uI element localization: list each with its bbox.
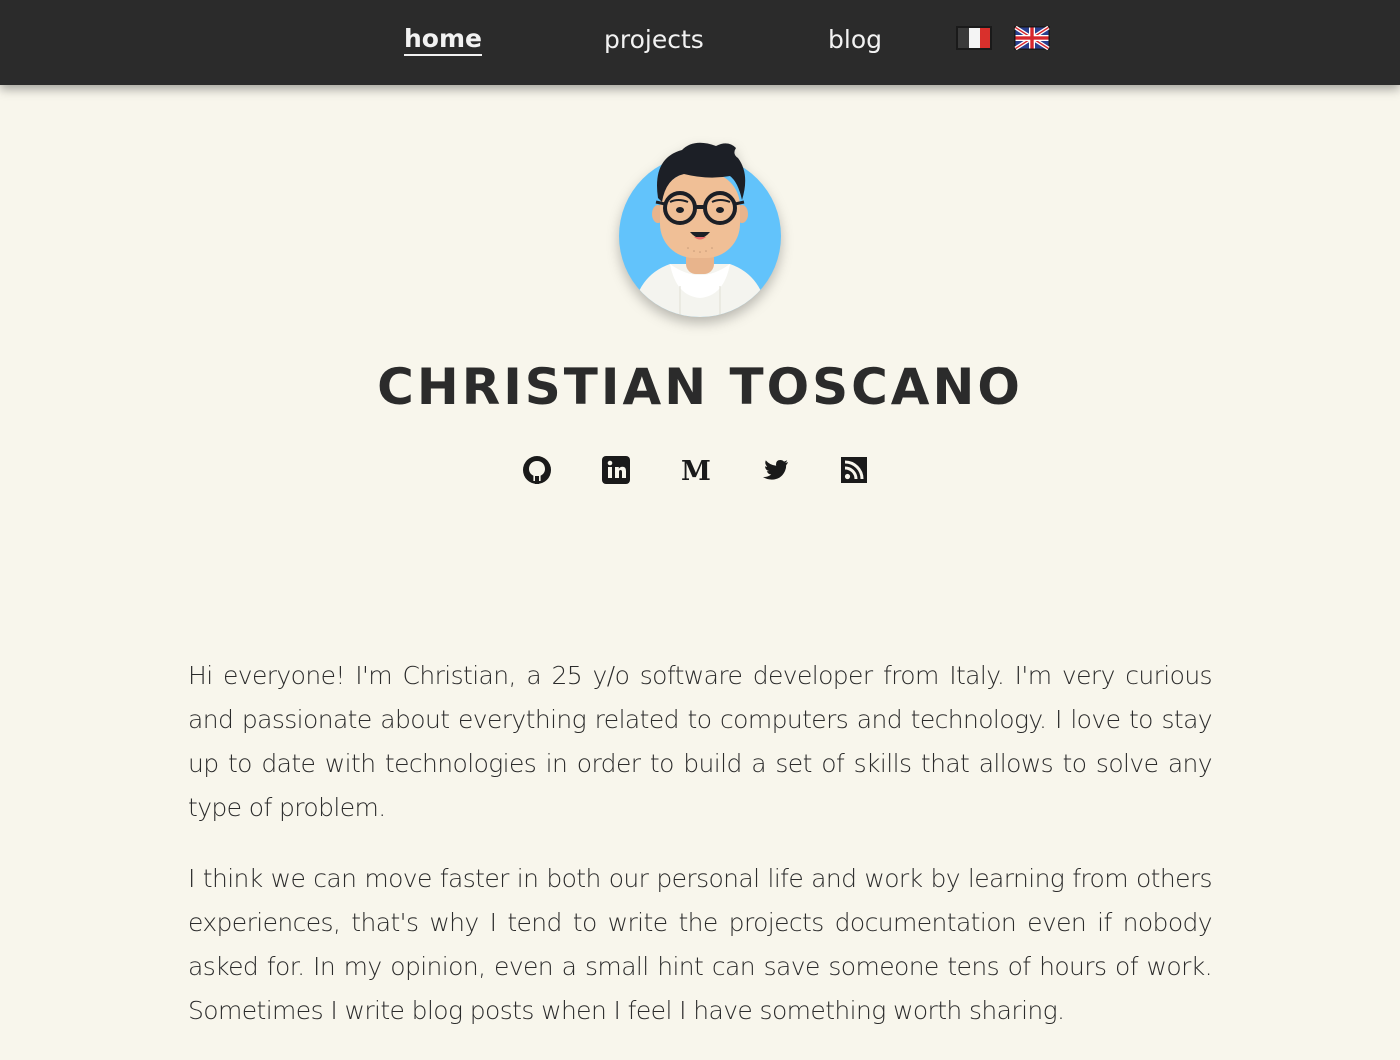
italian-flag-icon[interactable]	[956, 26, 992, 50]
top-navbar: home projects blog	[0, 0, 1400, 85]
nav-projects-link[interactable]: projects	[604, 24, 704, 56]
about-section: Hi everyone! I'm Christian, a 25 y/o sof…	[188, 654, 1213, 1060]
svg-text:M: M	[681, 456, 711, 486]
about-paragraph-1: Hi everyone! I'm Christian, a 25 y/o sof…	[188, 661, 1213, 822]
profile-name: CHRISTIAN TOSCANO	[377, 358, 1023, 416]
about-paragraph-2: I think we can move faster in both our p…	[188, 864, 1213, 1025]
uk-flag-icon[interactable]	[1014, 26, 1050, 50]
nav-blog-link[interactable]: blog	[828, 24, 882, 56]
medium-icon[interactable]: M	[680, 454, 712, 486]
nav-home-link[interactable]: home	[404, 24, 482, 56]
twitter-icon[interactable]	[759, 454, 791, 486]
rss-icon[interactable]	[838, 454, 870, 486]
linkedin-icon[interactable]	[600, 454, 632, 486]
github-icon[interactable]	[521, 454, 553, 486]
avatar-image	[619, 142, 781, 317]
